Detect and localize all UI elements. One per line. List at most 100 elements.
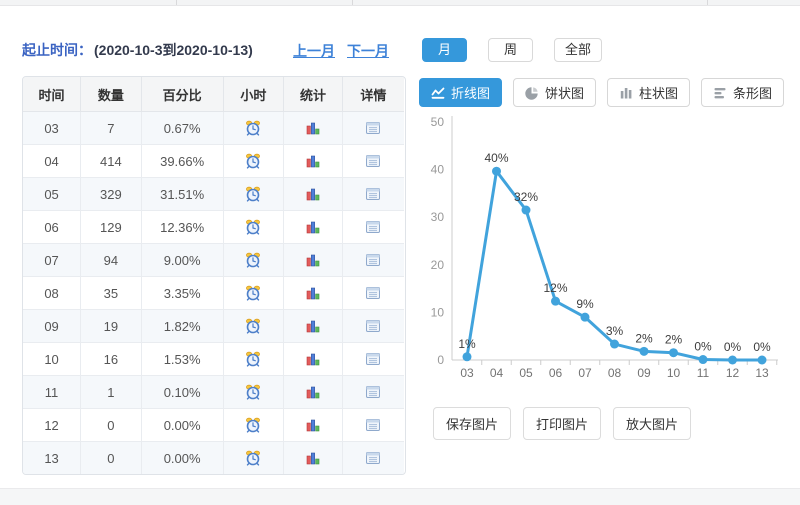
svg-text:0%: 0% [753, 340, 771, 354]
stats-icon[interactable] [305, 153, 321, 169]
svg-text:40%: 40% [484, 151, 508, 165]
clock-icon[interactable] [245, 186, 261, 202]
range-button-month[interactable]: 月 [422, 38, 467, 62]
time-cell: 05 [23, 178, 81, 211]
svg-text:32%: 32% [514, 190, 538, 204]
percent-cell: 0.00% [141, 442, 223, 475]
clock-icon[interactable] [245, 450, 261, 466]
time-cell: 13 [23, 442, 81, 475]
table-row: 1110.10% [23, 376, 404, 409]
print-image-button[interactable]: 打印图片 [523, 407, 601, 440]
prev-month-link[interactable]: 上一月 [293, 41, 335, 61]
details-icon[interactable] [365, 384, 381, 400]
stats-icon-cell [284, 409, 343, 442]
time-cell: 03 [23, 112, 81, 145]
table-row: 10161.53% [23, 343, 404, 376]
details-icon[interactable] [365, 219, 381, 235]
stats-icon-cell [284, 343, 343, 376]
stats-icon[interactable] [305, 450, 321, 466]
svg-text:1%: 1% [458, 337, 476, 351]
stats-icon[interactable] [305, 285, 321, 301]
details-icon[interactable] [365, 186, 381, 202]
count-cell: 35 [81, 277, 142, 310]
clock-icon[interactable] [245, 219, 261, 235]
details-icon-cell [342, 211, 404, 244]
stats-icon[interactable] [305, 120, 321, 136]
percent-cell: 0.00% [141, 409, 223, 442]
clock-icon[interactable] [245, 318, 261, 334]
tab-column-chart[interactable]: 柱状图 [607, 78, 690, 107]
clock-icon[interactable] [245, 120, 261, 136]
stats-icon[interactable] [305, 417, 321, 433]
details-icon[interactable] [365, 351, 381, 367]
table-row: 0612912.36% [23, 211, 404, 244]
details-icon[interactable] [365, 120, 381, 136]
column-header-hour: 小时 [223, 77, 284, 112]
next-month-link[interactable]: 下一月 [347, 41, 389, 61]
svg-text:50: 50 [431, 115, 445, 129]
column-chart-icon [619, 86, 633, 100]
tab-bar-chart[interactable]: 条形图 [701, 78, 784, 107]
stats-icon-cell [284, 178, 343, 211]
svg-text:9%: 9% [576, 297, 594, 311]
svg-text:20: 20 [431, 258, 445, 272]
stats-icon-cell [284, 112, 343, 145]
svg-text:0: 0 [437, 353, 444, 367]
stats-icon[interactable] [305, 384, 321, 400]
svg-text:13: 13 [755, 366, 769, 380]
svg-text:2%: 2% [665, 333, 683, 347]
column-header-details: 详情 [342, 77, 404, 112]
range-button-group: 月 周 全部 [422, 38, 602, 62]
details-icon-cell [342, 178, 404, 211]
clock-icon[interactable] [245, 351, 261, 367]
clock-icon[interactable] [245, 384, 261, 400]
stats-icon-cell [284, 145, 343, 178]
svg-text:06: 06 [549, 366, 563, 380]
stats-icon-cell [284, 277, 343, 310]
clock-icon-cell [223, 376, 284, 409]
count-cell: 19 [81, 310, 142, 343]
clock-icon[interactable] [245, 285, 261, 301]
bottom-edge-strip [0, 488, 800, 505]
details-icon[interactable] [365, 450, 381, 466]
stats-icon-cell [284, 442, 343, 475]
hour-table: 时间 数量 百分比 小时 统计 详情 0370.67%0441439.66%05… [22, 76, 406, 475]
details-icon-cell [342, 343, 404, 376]
stats-icon[interactable] [305, 351, 321, 367]
stats-icon[interactable] [305, 219, 321, 235]
top-edge-strip [0, 0, 800, 6]
time-cell: 07 [23, 244, 81, 277]
count-cell: 16 [81, 343, 142, 376]
details-icon[interactable] [365, 252, 381, 268]
clock-icon[interactable] [245, 417, 261, 433]
time-cell: 06 [23, 211, 81, 244]
details-icon[interactable] [365, 318, 381, 334]
table-row: 08353.35% [23, 277, 404, 310]
time-cell: 10 [23, 343, 81, 376]
clock-icon[interactable] [245, 252, 261, 268]
details-icon[interactable] [365, 285, 381, 301]
tab-line-chart[interactable]: 折线图 [419, 78, 502, 107]
details-icon[interactable] [365, 153, 381, 169]
count-cell: 0 [81, 442, 142, 475]
enlarge-image-button[interactable]: 放大图片 [613, 407, 691, 440]
details-icon[interactable] [365, 417, 381, 433]
clock-icon[interactable] [245, 153, 261, 169]
count-cell: 7 [81, 112, 142, 145]
details-icon-cell [342, 112, 404, 145]
top-strip-divider [176, 0, 177, 5]
table-row: 0532931.51% [23, 178, 404, 211]
percent-cell: 9.00% [141, 244, 223, 277]
range-button-all[interactable]: 全部 [554, 38, 602, 62]
stats-icon[interactable] [305, 252, 321, 268]
table-row: 1300.00% [23, 442, 404, 475]
percent-cell: 0.10% [141, 376, 223, 409]
clock-icon-cell [223, 310, 284, 343]
save-image-button[interactable]: 保存图片 [433, 407, 511, 440]
stats-icon[interactable] [305, 186, 321, 202]
table-row: 0370.67% [23, 112, 404, 145]
range-button-week[interactable]: 周 [488, 38, 533, 62]
svg-text:0%: 0% [724, 340, 742, 354]
tab-pie-chart[interactable]: 饼状图 [513, 78, 596, 107]
stats-icon[interactable] [305, 318, 321, 334]
